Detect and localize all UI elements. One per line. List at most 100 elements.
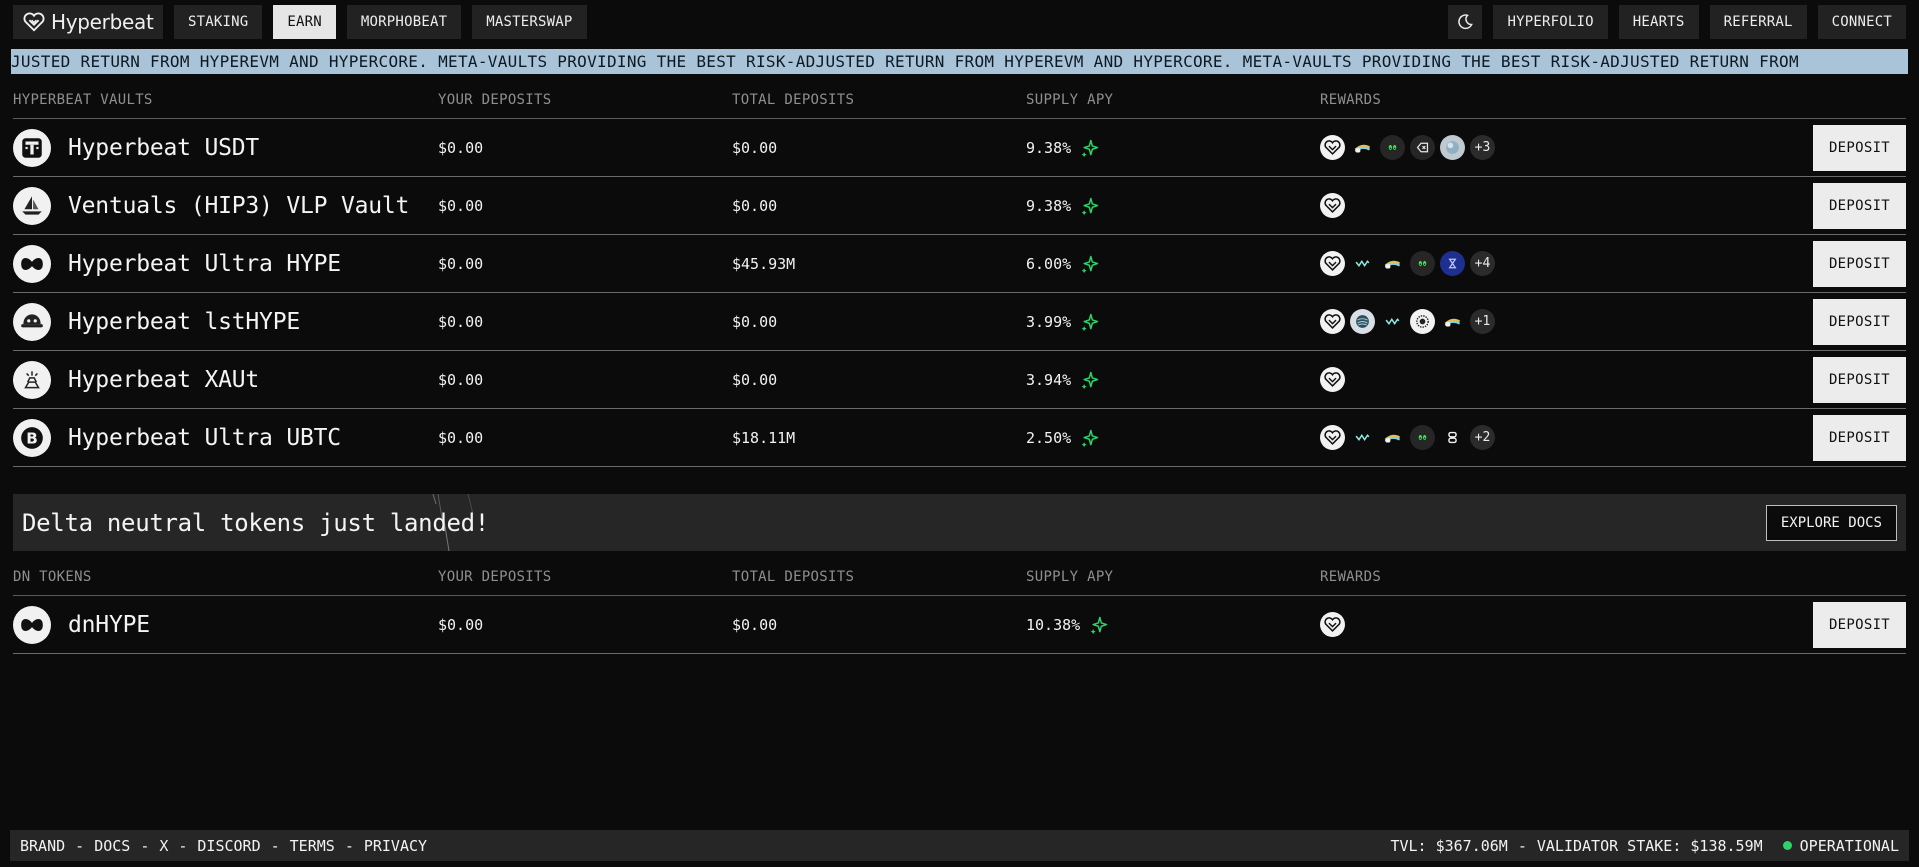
total-deposits-value: $0.00 (732, 196, 778, 215)
vault-row[interactable]: Hyperbeat Ultra HYPE $0.00 $45.93M 6.00%… (13, 235, 1906, 293)
your-deposits-value: $0.00 (438, 254, 484, 273)
vault-row[interactable]: B Hyperbeat Ultra UBTC $0.00 $18.11M 2.5… (13, 409, 1906, 467)
supply-apy-cell: 6.00% (1026, 254, 1320, 274)
header-rewards: REWARDS (1320, 91, 1382, 108)
rewards-cell: +2 DEPOSIT (1320, 414, 1906, 461)
total-deposits-value: $18.11M (732, 428, 796, 447)
deposit-button[interactable]: DEPOSIT (1813, 124, 1906, 171)
vault-row[interactable]: Hyperbeat XAUt $0.00 $0.00 3.94% DEPOSIT (13, 351, 1906, 409)
supply-apy-value: 2.50% (1026, 428, 1072, 447)
nav-morphobeat[interactable]: MORPHOBEAT (346, 5, 462, 39)
more-rewards-badge[interactable]: +4 (1470, 251, 1495, 276)
deposit-button[interactable]: DEPOSIT (1813, 356, 1906, 403)
link-separator: - (344, 836, 354, 855)
planet-reward-icon (1440, 135, 1465, 160)
your-deposits-value: $0.00 (438, 138, 484, 157)
nav-hearts[interactable]: HEARTS (1618, 5, 1699, 39)
supply-apy-cell: 10.38% (1026, 615, 1320, 635)
vault-name: Hyperbeat Ultra HYPE (68, 250, 341, 277)
hyperbeat-reward-icon (1320, 367, 1345, 392)
hyperbeat-reward-icon (1320, 309, 1345, 334)
your-deposits-value: $0.00 (438, 370, 484, 389)
bitcoin-vault-icon: B (13, 418, 51, 457)
rewards-cell: +3 DEPOSIT (1320, 124, 1906, 171)
link-separator: - (178, 836, 188, 855)
nav-earn[interactable]: EARN (273, 5, 336, 39)
hype-vault-icon (13, 605, 51, 644)
your-deposits-value: $0.00 (438, 196, 484, 215)
vault-name-cell: Hyperbeat XAUt (13, 360, 438, 399)
vault-row[interactable]: Ventuals (HIP3) VLP Vault $0.00 $0.00 9.… (13, 177, 1906, 235)
sparkle-icon (1090, 616, 1108, 634)
footer-link-x[interactable]: X (159, 837, 168, 855)
more-rewards-badge[interactable]: +3 (1470, 135, 1495, 160)
supply-apy-value: 9.38% (1026, 138, 1072, 157)
nav-masterswap[interactable]: MASTERSWAP (472, 5, 587, 39)
hyperbeat-logo[interactable]: Hyperbeat (13, 5, 163, 39)
theme-toggle-button[interactable] (1448, 5, 1483, 39)
eyes-reward-icon (1380, 135, 1405, 160)
nav-hyperfolio[interactable]: HYPERFOLIO (1493, 5, 1608, 39)
footer-link-discord[interactable]: DISCORD (197, 837, 260, 855)
header-rewards: REWARDS (1320, 568, 1382, 585)
vaults-table-body: Hyperbeat USDT $0.00 $0.00 9.38% +3 DEPO… (13, 119, 1906, 467)
nav-staking[interactable]: STAKING (174, 5, 263, 39)
vault-name-cell: B Hyperbeat Ultra UBTC (13, 418, 438, 457)
hourglass-reward-icon (1440, 251, 1465, 276)
connect-button[interactable]: CONNECT (1817, 5, 1906, 39)
deposit-button[interactable]: DEPOSIT (1813, 414, 1906, 461)
explore-docs-button[interactable]: EXPLORE DOCS (1765, 504, 1897, 541)
vault-name: Hyperbeat Ultra UBTC (68, 424, 341, 451)
supply-apy-cell: 3.94% (1026, 370, 1320, 390)
rewards-cell: DEPOSIT (1320, 182, 1906, 229)
footer-bar: BRAND - DOCS - X - DISCORD - TERMS - PRIVACY TVL: … (10, 830, 1909, 861)
vault-row[interactable]: Hyperbeat USDT $0.00 $0.00 9.38% +3 DEPO… (13, 119, 1906, 177)
vault-name-cell: Hyperbeat USDT (13, 128, 438, 167)
deposit-button[interactable]: DEPOSIT (1813, 601, 1906, 648)
footer-link-terms[interactable]: TERMS (290, 837, 335, 855)
banner-title: Delta neutral tokens just landed! (22, 508, 489, 537)
sparkle-icon (1081, 371, 1099, 389)
hyperbeat-reward-icon (1320, 612, 1345, 637)
header-supply-apy: SUPPLY APY (1026, 91, 1114, 108)
validator-stake-stat: VALIDATOR STAKE: $138.59M (1536, 836, 1763, 855)
dn-tokens-table: DN TOKENS YOUR DEPOSITS TOTAL DEPOSITS S… (13, 558, 1906, 654)
total-deposits-value: $0.00 (732, 312, 778, 331)
footer-link-docs[interactable]: DOCS (94, 837, 130, 855)
hyperbeat-reward-icon (1320, 135, 1345, 160)
header-vaults: HYPERBEAT VAULTS (13, 91, 153, 108)
rainbow-reward-icon (1380, 425, 1405, 450)
deposit-button[interactable]: DEPOSIT (1813, 182, 1906, 229)
header-supply-apy: SUPPLY APY (1026, 568, 1114, 585)
eyes-reward-icon (1410, 425, 1435, 450)
total-deposits-value: $0.00 (732, 138, 778, 157)
rewards-cell: +4 DEPOSIT (1320, 240, 1906, 287)
total-deposits-value: $0.00 (732, 370, 778, 389)
link-separator: - (270, 836, 280, 855)
hype-vault-icon (13, 244, 51, 283)
footer-link-brand[interactable]: BRAND (20, 837, 65, 855)
hyperbeat-heart-icon (23, 12, 45, 32)
wave-reward-icon (1350, 251, 1375, 276)
wave-reward-icon (1380, 309, 1405, 334)
delta-neutral-banner: Delta neutral tokens just landed! EXPLOR… (13, 494, 1906, 551)
more-rewards-badge[interactable]: +1 (1470, 309, 1495, 334)
vault-row[interactable]: Hyperbeat lstHYPE $0.00 $0.00 3.99% +1 D… (13, 293, 1906, 351)
more-rewards-badge[interactable]: +2 (1470, 425, 1495, 450)
supply-apy-cell: 9.38% (1026, 138, 1320, 158)
deposit-button[interactable]: DEPOSIT (1813, 298, 1906, 345)
hyperbeat-reward-icon (1320, 425, 1345, 450)
supply-apy-cell: 2.50% (1026, 428, 1320, 448)
moon-icon (1458, 14, 1474, 30)
vault-name: dnHYPE (68, 611, 150, 638)
eyes-reward-icon (1410, 251, 1435, 276)
header-dn-tokens: DN TOKENS (13, 568, 92, 585)
status-dot-icon (1782, 841, 1792, 850)
vault-row[interactable]: dnHYPE $0.00 $0.00 10.38% DEPOSIT (13, 596, 1906, 654)
deposit-button[interactable]: DEPOSIT (1813, 240, 1906, 287)
footer-link-privacy[interactable]: PRIVACY (364, 837, 427, 855)
status-text: OPERATIONAL (1799, 836, 1899, 855)
logo-text: Hyperbeat (51, 10, 154, 34)
sparkle-icon (1081, 197, 1099, 215)
nav-referral[interactable]: REFERRAL (1709, 5, 1807, 39)
